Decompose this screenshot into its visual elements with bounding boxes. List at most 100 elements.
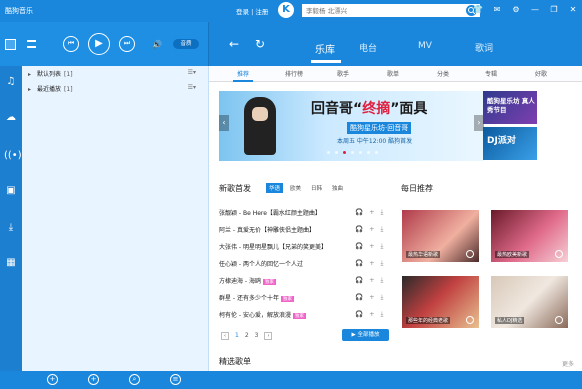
music-note-icon[interactable]: ♫ (4, 75, 18, 89)
headphone-icon[interactable]: 🎧 (355, 293, 363, 302)
add-file-icon[interactable]: + (88, 374, 99, 385)
song-row[interactable]: 群星 - 还有多少个十年 独家 🎧 + ⤓ (219, 293, 389, 309)
add-icon[interactable]: + (369, 225, 374, 234)
page-number[interactable]: 3 (255, 332, 259, 340)
page-prev-icon[interactable]: ‹ (221, 332, 229, 340)
subtab-good-songs[interactable]: 好歌 (535, 69, 547, 78)
song-title[interactable]: 柯有伦 - 安心爱，解放浪漫 (219, 312, 291, 319)
mail-icon[interactable]: ✉ (492, 5, 502, 15)
page-next-icon[interactable]: › (264, 332, 273, 340)
play-all-button[interactable]: ▶ 全部播放 (342, 329, 389, 341)
previous-button[interactable]: ⏮ (63, 36, 79, 52)
headphone-icon[interactable]: 🎧 (355, 242, 363, 251)
apps-icon[interactable]: ▦ (4, 256, 18, 270)
add-icon[interactable]: + (369, 276, 374, 285)
tab-solo[interactable]: 独曲 (329, 183, 346, 193)
song-title[interactable]: 阿兰 - 真爱无价【神雕侠侣主题曲】 (219, 227, 315, 234)
tile-play-icon[interactable] (466, 316, 474, 324)
volume-icon[interactable]: 🔊 (152, 40, 162, 49)
headphone-icon[interactable]: 🎧 (355, 225, 363, 234)
tile-play-icon[interactable] (466, 250, 474, 258)
subtab-albums[interactable]: 专辑 (485, 69, 497, 78)
more-link[interactable]: 更多 (562, 359, 574, 368)
headphone-icon[interactable]: 🎧 (355, 310, 363, 319)
page-number[interactable]: 1 (235, 332, 239, 340)
recommend-tile[interactable]: 私人DJ精选 (491, 276, 568, 328)
tab-chinese[interactable]: 华语 (266, 183, 284, 193)
song-title[interactable]: 任心颖 - 两个人的回忆一个人过 (219, 261, 303, 268)
add-icon[interactable]: + (369, 310, 374, 319)
album-thumb[interactable] (5, 39, 16, 50)
tab-lyrics[interactable]: 歌词 (475, 41, 493, 54)
radio-icon[interactable]: ((•)) (4, 149, 26, 163)
subtab-recommend[interactable]: 推荐 (232, 69, 254, 82)
tab-mv[interactable]: MV (418, 41, 432, 51)
recommend-tile[interactable]: 那些年的经典老歌 (402, 276, 479, 328)
subtab-playlists[interactable]: 歌单 (387, 69, 399, 78)
subtab-categories[interactable]: 分类 (437, 69, 449, 78)
shirt-icon[interactable]: 👕 (473, 5, 483, 15)
banner-dot[interactable] (359, 151, 362, 154)
kugou-logo[interactable]: K (278, 2, 294, 18)
download-icon[interactable]: ⤓ (381, 293, 384, 302)
tile-play-icon[interactable] (555, 316, 563, 324)
song-title[interactable]: 大张伟 - 明星明星飘儿【兄弟的笑更美】 (219, 244, 327, 251)
recommend-tile[interactable]: 最热欧美新歌 (491, 210, 568, 262)
download-icon[interactable]: ⤓ (381, 310, 384, 319)
song-row[interactable]: 阿兰 - 真爱无价【神雕侠侣主题曲】 🎧 + ⤓ (219, 225, 389, 241)
song-row[interactable]: 大张伟 - 明星明星飘儿【兄弟的笑更美】 🎧 + ⤓ (219, 242, 389, 258)
phone-transfer-icon[interactable]: ▣ (4, 184, 18, 198)
banner-dot[interactable] (327, 151, 330, 154)
headphone-icon[interactable]: 🎧 (355, 259, 363, 268)
playlist-menu-icon[interactable]: ☰▾ (188, 69, 196, 76)
download-icon[interactable]: ⤓ (381, 208, 384, 217)
recommend-tile[interactable]: 最热华语新歌 (402, 210, 479, 262)
add-icon[interactable]: + (369, 242, 374, 251)
song-title[interactable]: 方棣迪海 - 海鸥 (219, 278, 261, 285)
banner-prev-arrow-icon[interactable]: ‹ (219, 115, 229, 131)
add-icon[interactable]: + (369, 208, 374, 217)
list-toggle-icon[interactable] (27, 40, 36, 48)
banner-dot[interactable] (375, 151, 378, 154)
subtab-charts[interactable]: 排行榜 (285, 69, 303, 78)
page-number[interactable]: 2 (245, 332, 249, 340)
tab-western[interactable]: 欧美 (287, 183, 304, 193)
close-icon[interactable]: ✕ (568, 5, 578, 15)
search-input[interactable] (302, 4, 480, 17)
promo-tile[interactable]: 酷狗星乐坊 真人秀节目 (483, 91, 537, 124)
banner-dot[interactable] (367, 151, 370, 154)
banner-dot[interactable] (335, 151, 338, 154)
download-icon[interactable]: ⤓ (381, 276, 384, 285)
cloud-icon[interactable]: ☁ (4, 111, 18, 125)
refresh-icon[interactable]: ↻ (255, 37, 265, 51)
tab-radio[interactable]: 电台 (359, 41, 377, 54)
restore-icon[interactable]: ❐ (549, 5, 559, 15)
subtab-artists[interactable]: 歌手 (337, 69, 349, 78)
song-row[interactable]: 任心颖 - 两个人的回忆一个人过 🎧 + ⤓ (219, 259, 389, 275)
banner-dot[interactable] (351, 151, 354, 154)
playlist-item[interactable]: ▸ 最近播放 [1] (28, 84, 73, 95)
tab-library[interactable]: 乐库 (315, 41, 335, 56)
headphone-icon[interactable]: 🎧 (355, 208, 363, 217)
playlist-item[interactable]: ▸ 默认列表 [1] (28, 69, 73, 80)
download-icon[interactable]: ⤓ (381, 242, 384, 251)
add-icon[interactable]: + (369, 259, 374, 268)
featured-banner[interactable]: 回音哥“终摘”面具 酷狗星乐坊·回音哥 本周五 中午12:00 酷狗首发 ‹ › (219, 91, 484, 161)
expand-arrow-icon[interactable]: ▸ (28, 71, 31, 78)
promo-tile[interactable]: DJ派对 (483, 127, 537, 160)
expand-arrow-icon[interactable]: ▸ (28, 86, 31, 93)
minimize-icon[interactable]: — (530, 5, 540, 15)
banner-dot[interactable] (343, 151, 346, 154)
add-icon[interactable]: + (369, 293, 374, 302)
sound-quality-dropdown[interactable]: 音质 (173, 39, 199, 49)
add-list-icon[interactable]: + (47, 374, 58, 385)
more-options-icon[interactable]: ≡ (170, 374, 181, 385)
locate-icon[interactable]: ⌕ (129, 374, 140, 385)
back-arrow-icon[interactable]: ← (229, 37, 239, 51)
play-button[interactable]: ▶ (88, 33, 110, 55)
next-button[interactable]: ⏭ (119, 36, 135, 52)
download-icon[interactable]: ⤓ (381, 225, 384, 234)
download-icon[interactable]: ⤓ (4, 221, 18, 235)
tile-play-icon[interactable] (555, 250, 563, 258)
login-link[interactable]: 登录 | 注册 (236, 6, 268, 16)
